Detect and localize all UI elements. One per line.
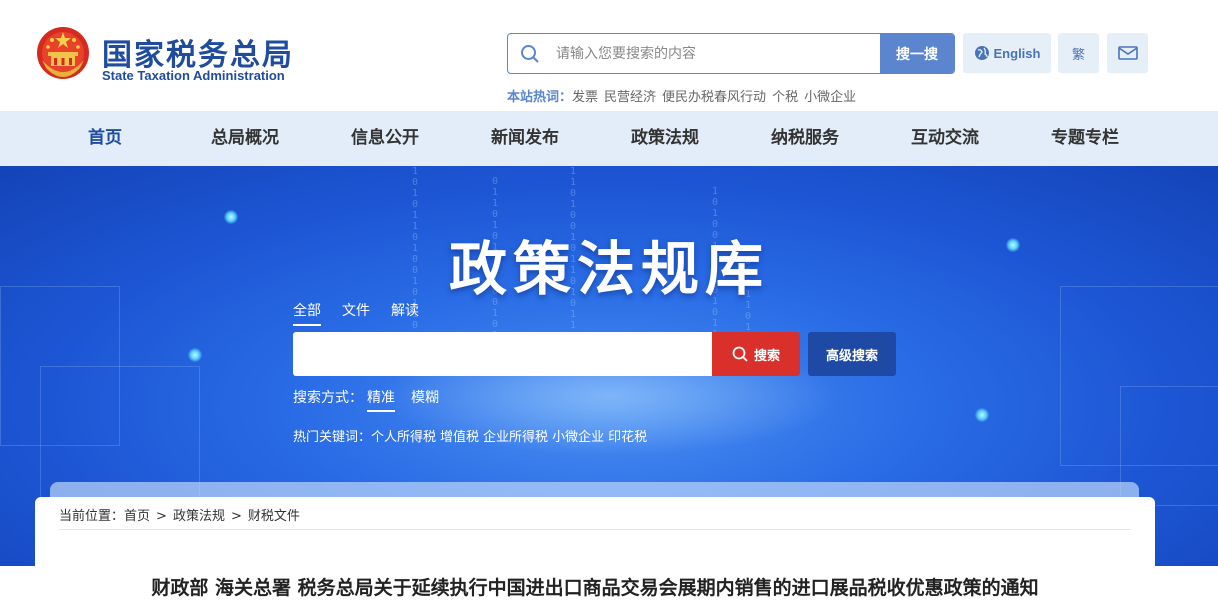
keyword-link[interactable]: 印花税 [608, 430, 647, 445]
nav-item-news[interactable]: 新闻发布 [470, 111, 580, 166]
nav-item-service[interactable]: 纳税服务 [750, 111, 860, 166]
nav-item-topics[interactable]: 专题专栏 [1030, 111, 1140, 166]
search-mode-fuzzy[interactable]: 模糊 [411, 387, 439, 410]
breadcrumb-prefix: 当前位置： [59, 509, 125, 524]
hot-keywords-label: 热门关键词： [293, 430, 372, 445]
hotword-link[interactable]: 发票 [572, 90, 598, 105]
hotword-link[interactable]: 民营经济 [604, 90, 656, 105]
nav-item-policy[interactable]: 政策法规 [610, 111, 720, 166]
hotword-link[interactable]: 便民办税春风行动 [662, 90, 766, 105]
mail-icon [1117, 46, 1138, 60]
mail-button[interactable] [1107, 33, 1148, 73]
hot-keywords: 热门关键词：个人所得税 增值税 企业所得税 小微企业 印花税 [293, 426, 651, 445]
site-search-button[interactable]: 搜一搜 [880, 34, 954, 73]
hotword-link[interactable]: 个税 [772, 90, 798, 105]
globe-icon [974, 46, 989, 60]
policy-search-label: 搜索 [753, 348, 780, 364]
breadcrumb: 当前位置：首页 > 政策法规 > 财税文件 [59, 505, 300, 524]
english-label: English [993, 45, 1041, 61]
breadcrumb-separator: > [156, 509, 167, 524]
breadcrumb-policy[interactable]: 政策法规 [173, 509, 225, 524]
banner-title: 政策法规库 [448, 235, 769, 303]
content-card: 当前位置：首页 > 政策法规 > 财税文件 财政部 海关总署 税务总局关于延续执行中国进… [35, 497, 1155, 611]
site-logo-subtitle[interactable]: State Taxation Administration [102, 68, 285, 83]
hotword-link[interactable]: 小微企业 [804, 90, 856, 105]
main-nav: 首页 总局概况 信息公开 新闻发布 政策法规 纳税服务 互动交流 专题专栏 [0, 111, 1218, 166]
traditional-chinese-button[interactable]: 繁 [1058, 33, 1099, 73]
breadcrumb-separator: > [230, 509, 242, 524]
english-button[interactable]: English [963, 33, 1051, 73]
keyword-link[interactable]: 企业所得税 [483, 430, 548, 445]
nav-item-interaction[interactable]: 互动交流 [890, 111, 1000, 166]
nav-item-home[interactable]: 首页 [50, 111, 160, 166]
site-hotwords: 本站热词：发票 民营经济 便民办税春风行动 个税 小微企业 [507, 86, 862, 105]
keyword-link[interactable]: 小微企业 [552, 430, 604, 445]
site-search-box: 搜一搜 [507, 33, 955, 74]
nav-item-disclosure[interactable]: 信息公开 [330, 111, 440, 166]
light-dot [975, 408, 989, 422]
site-search-input[interactable] [556, 34, 876, 73]
keyword-link[interactable]: 增值税 [440, 430, 479, 445]
keyword-link[interactable]: 个人所得税 [371, 430, 436, 445]
site-header: 国家税务总局 State Taxation Administration 搜一搜… [0, 0, 1218, 111]
search-mode-exact[interactable]: 精准 [367, 387, 395, 412]
nav-item-overview[interactable]: 总局概况 [190, 111, 300, 166]
policy-search-input[interactable] [293, 332, 713, 376]
search-icon [521, 45, 539, 63]
policy-search-button[interactable]: 搜索 [712, 332, 800, 376]
tab-files[interactable]: 文件 [342, 300, 370, 324]
search-icon [732, 346, 748, 362]
search-mode-label: 搜索方式： [293, 390, 363, 406]
advanced-search-button[interactable]: 高级搜索 [808, 332, 896, 376]
breadcrumb-divider [59, 529, 1131, 530]
light-dot [188, 348, 202, 362]
tab-interpretation[interactable]: 解读 [391, 300, 419, 324]
national-emblem-icon[interactable] [36, 24, 90, 82]
article-title: 财政部 海关总署 税务总局关于延续执行中国进出口商品交易会展期内销售的进口展品税… [151, 577, 1039, 599]
search-mode: 搜索方式： 精准 模糊 [293, 387, 451, 412]
hotwords-label: 本站热词： [507, 90, 573, 105]
breadcrumb-current[interactable]: 财税文件 [248, 509, 300, 524]
tab-all[interactable]: 全部 [293, 300, 321, 326]
breadcrumb-home[interactable]: 首页 [124, 509, 150, 524]
